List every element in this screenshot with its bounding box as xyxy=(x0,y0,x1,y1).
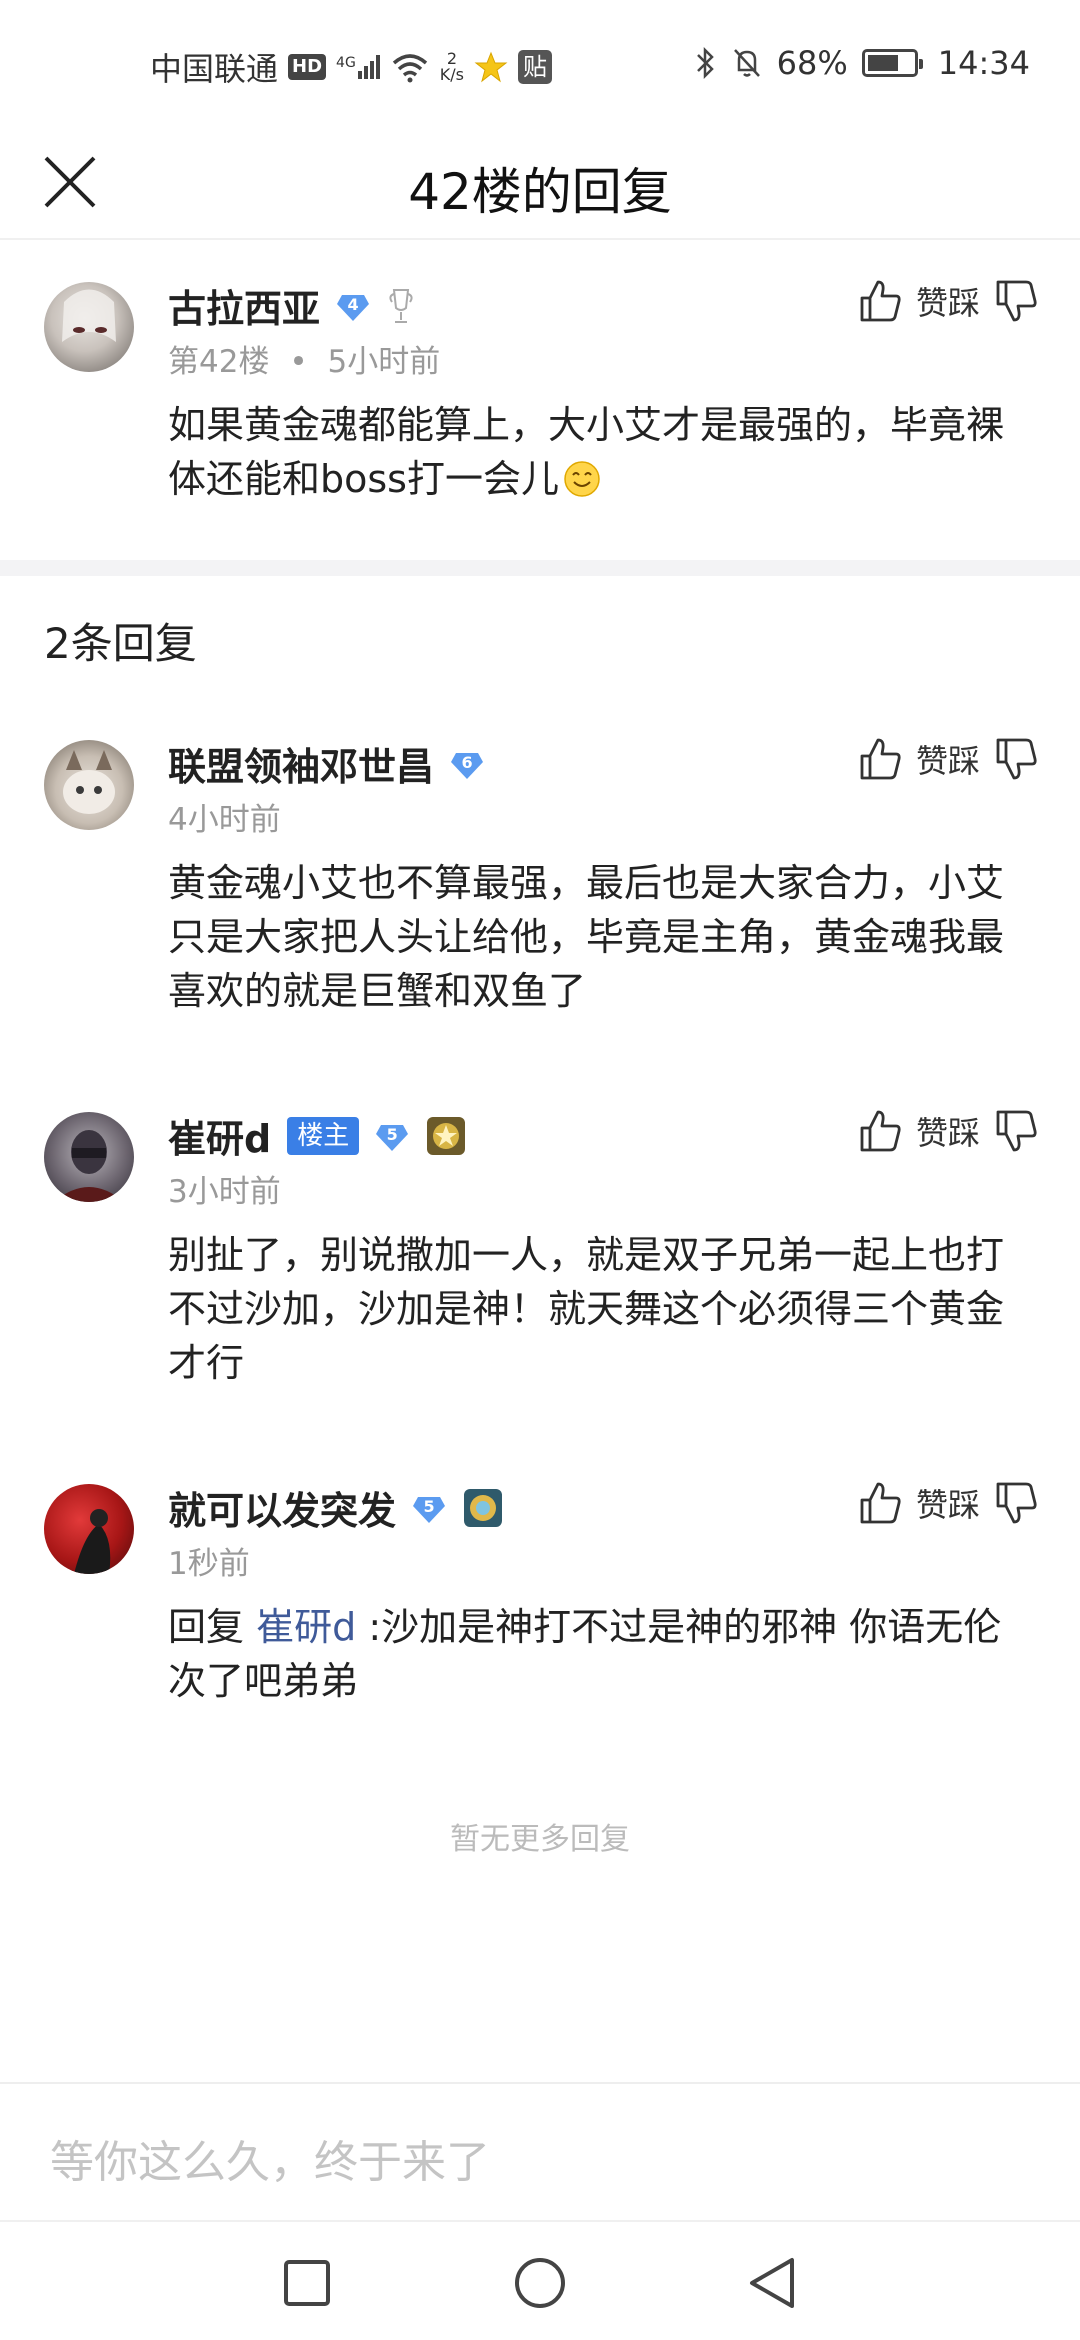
level-badge: 6 xyxy=(450,747,484,781)
reply-prefix: 回复 xyxy=(168,1605,245,1649)
battery-icon xyxy=(861,49,923,77)
page-title: 42楼的回复 xyxy=(408,163,672,221)
status-bar: 中国联通 HD 4G 2 K/s 贴 68% 14:34 xyxy=(0,0,1080,130)
reply-to-user-link[interactable]: 崔研d xyxy=(256,1605,356,1649)
reply-input-bar[interactable]: 等你这么久，终于来了 xyxy=(0,2082,1080,2220)
back-icon[interactable] xyxy=(740,2250,806,2316)
wifi-icon xyxy=(392,54,427,83)
thumbs-up-icon[interactable] xyxy=(858,736,902,782)
avatar-image xyxy=(62,289,116,342)
smile-emoji-icon xyxy=(564,461,600,497)
post-time: 5小时前 xyxy=(327,344,441,380)
avatar[interactable] xyxy=(44,1112,134,1202)
avatar[interactable] xyxy=(44,740,134,830)
comment-text: 别扯了，别说撒加一人，就是双子兄弟一起上也打不过沙加，沙加是神！就天舞这个必须得… xyxy=(168,1233,1005,1385)
battery-percent: 68% xyxy=(776,44,848,82)
vote-control: 赞踩 xyxy=(858,736,1038,782)
home-icon[interactable] xyxy=(507,2250,573,2316)
header-bar: 42楼的回复 xyxy=(0,130,1080,240)
thumbs-up-icon[interactable] xyxy=(858,1480,902,1526)
level-badge: 5 xyxy=(375,1119,409,1153)
medal-icon xyxy=(464,1488,503,1527)
bluetooth-icon xyxy=(696,46,714,80)
thumbs-down-icon[interactable] xyxy=(994,736,1038,782)
vote-label: 赞踩 xyxy=(915,284,980,322)
recent-apps-icon[interactable] xyxy=(274,2250,340,2316)
avatar[interactable] xyxy=(44,1484,134,1574)
network-speed: 2 K/s xyxy=(439,49,465,84)
reply-input-placeholder[interactable]: 等你这么久，终于来了 xyxy=(50,2126,490,2190)
vote-control: 赞踩 xyxy=(858,1108,1038,1154)
vote-label: 赞踩 xyxy=(915,742,980,780)
thumbs-down-icon[interactable] xyxy=(994,1480,1038,1526)
avatar-image xyxy=(74,1509,111,1574)
thumbs-down-icon[interactable] xyxy=(994,1108,1038,1154)
comment-text: 回复 崔研d :沙加是神打不过是神的邪神 你语无伦次了吧弟弟 xyxy=(168,1600,1018,1708)
section-divider xyxy=(0,560,1080,576)
carrier-name: 中国联通 xyxy=(150,50,279,88)
username[interactable]: 古拉西亚 xyxy=(168,278,320,333)
comment-text: 黄金魂小艾也不算最强，最后也是大家合力，小艾只是大家把人头让给他，毕竟是主角，黄… xyxy=(168,861,1005,1013)
op-badge: 楼主 xyxy=(287,1116,360,1155)
star-icon xyxy=(474,51,508,83)
no-more-replies: 暂无更多回复 xyxy=(450,1822,630,1857)
username[interactable]: 就可以发突发 xyxy=(168,1480,396,1535)
thumbs-up-icon[interactable] xyxy=(858,1108,902,1154)
vote-control: 赞踩 xyxy=(858,278,1038,324)
clock: 14:34 xyxy=(937,44,1030,82)
avatar-image xyxy=(63,750,115,814)
system-nav-bar xyxy=(0,2220,1080,2340)
hd-icon: HD xyxy=(288,54,327,80)
medal-icon xyxy=(427,1116,466,1155)
post-time: 1秒前 xyxy=(168,1546,250,1582)
level-badge: 4 xyxy=(336,289,370,323)
tieba-app-icon: 贴 xyxy=(518,50,553,84)
mute-bell-icon xyxy=(733,49,760,77)
username[interactable]: 崔研d xyxy=(168,1108,271,1163)
reply-count: 2条回复 xyxy=(44,619,197,668)
level-badge: 5 xyxy=(412,1491,446,1525)
vote-label: 赞踩 xyxy=(915,1486,980,1524)
avatar-image xyxy=(54,1130,124,1202)
comment-text: 如果黄金魂都能算上，大小艾才是最强的，毕竟裸体还能和boss打一会儿 xyxy=(168,403,1005,501)
username[interactable]: 联盟领袖邓世昌 xyxy=(168,736,434,791)
post-time: 3小时前 xyxy=(168,1174,281,1210)
thumbs-down-icon[interactable] xyxy=(994,278,1038,324)
avatar[interactable] xyxy=(44,282,134,372)
vote-label: 赞踩 xyxy=(915,1114,980,1152)
floor-number: 第42楼 xyxy=(168,344,270,380)
thumbs-up-icon[interactable] xyxy=(858,278,902,324)
trophy-icon xyxy=(389,288,413,323)
comment-meta: 第42楼 • 5小时前 xyxy=(168,336,440,381)
signal-icon: 4G xyxy=(336,55,380,79)
post-time: 4小时前 xyxy=(168,802,281,838)
vote-control: 赞踩 xyxy=(858,1480,1038,1526)
meta-separator: • xyxy=(289,344,308,380)
